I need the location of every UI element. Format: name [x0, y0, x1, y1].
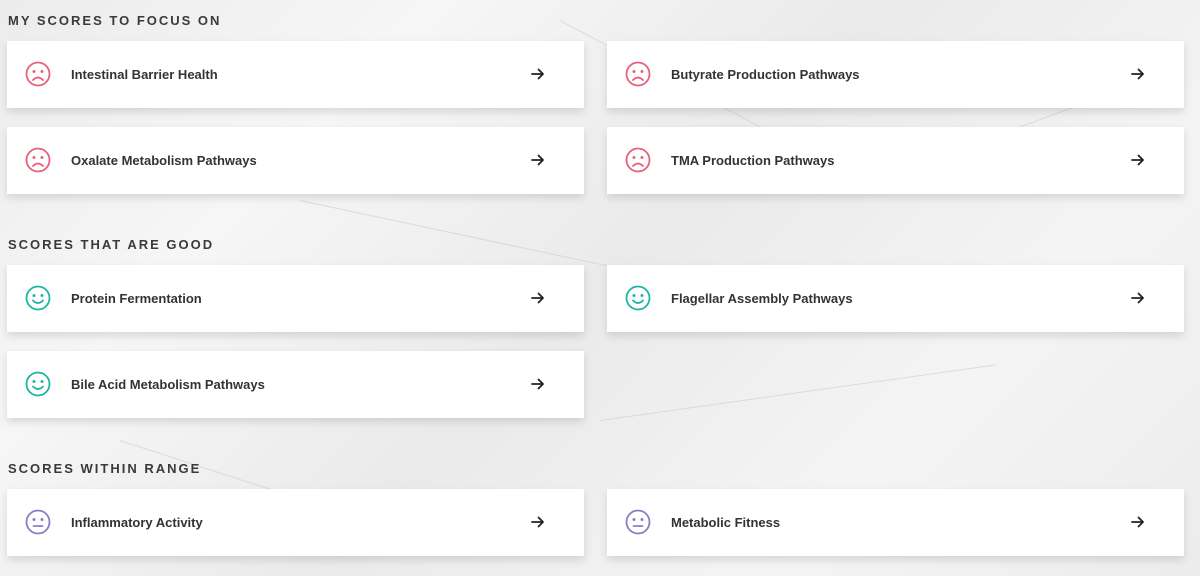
happy-face-icon	[625, 285, 651, 311]
score-card-intestinal-barrier-health[interactable]: Intestinal Barrier Health	[7, 41, 584, 108]
score-card-butyrate-production-pathways[interactable]: Butyrate Production Pathways	[607, 41, 1184, 108]
score-label: Intestinal Barrier Health	[71, 67, 218, 82]
score-card-bile-acid-metabolism-pathways[interactable]: Bile Acid Metabolism Pathways	[7, 351, 584, 418]
score-label: Oxalate Metabolism Pathways	[71, 153, 257, 168]
score-card-protein-fermentation[interactable]: Protein Fermentation	[7, 265, 584, 332]
arrow-right-icon[interactable]	[530, 66, 546, 82]
score-card-inflammatory-activity[interactable]: Inflammatory Activity	[7, 489, 584, 556]
happy-face-icon	[25, 371, 51, 397]
score-label: Protein Fermentation	[71, 291, 202, 306]
arrow-right-icon[interactable]	[530, 376, 546, 392]
arrow-right-icon[interactable]	[530, 514, 546, 530]
neutral-face-icon	[25, 509, 51, 535]
happy-face-icon	[25, 285, 51, 311]
score-label: Flagellar Assembly Pathways	[671, 291, 853, 306]
sad-face-icon	[25, 61, 51, 87]
score-label: TMA Production Pathways	[671, 153, 835, 168]
arrow-right-icon[interactable]	[530, 290, 546, 306]
section-heading-range: SCORES WITHIN RANGE	[8, 461, 202, 476]
marble-vein	[600, 364, 997, 421]
neutral-face-icon	[625, 509, 651, 535]
sad-face-icon	[25, 147, 51, 173]
score-label: Butyrate Production Pathways	[671, 67, 860, 82]
arrow-right-icon[interactable]	[1130, 514, 1146, 530]
score-card-metabolic-fitness[interactable]: Metabolic Fitness	[607, 489, 1184, 556]
score-card-tma-production-pathways[interactable]: TMA Production Pathways	[607, 127, 1184, 194]
score-label: Bile Acid Metabolism Pathways	[71, 377, 265, 392]
score-label: Inflammatory Activity	[71, 515, 203, 530]
score-card-oxalate-metabolism-pathways[interactable]: Oxalate Metabolism Pathways	[7, 127, 584, 194]
sad-face-icon	[625, 147, 651, 173]
sad-face-icon	[625, 61, 651, 87]
score-label: Metabolic Fitness	[671, 515, 781, 530]
marble-vein	[299, 200, 614, 268]
score-card-flagellar-assembly-pathways[interactable]: Flagellar Assembly Pathways	[607, 265, 1184, 332]
arrow-right-icon[interactable]	[530, 152, 546, 168]
section-heading-focus: MY SCORES TO FOCUS ON	[8, 13, 222, 28]
arrow-right-icon[interactable]	[1130, 290, 1146, 306]
arrow-right-icon[interactable]	[1130, 152, 1146, 168]
section-heading-good: SCORES THAT ARE GOOD	[8, 237, 215, 252]
arrow-right-icon[interactable]	[1130, 66, 1146, 82]
